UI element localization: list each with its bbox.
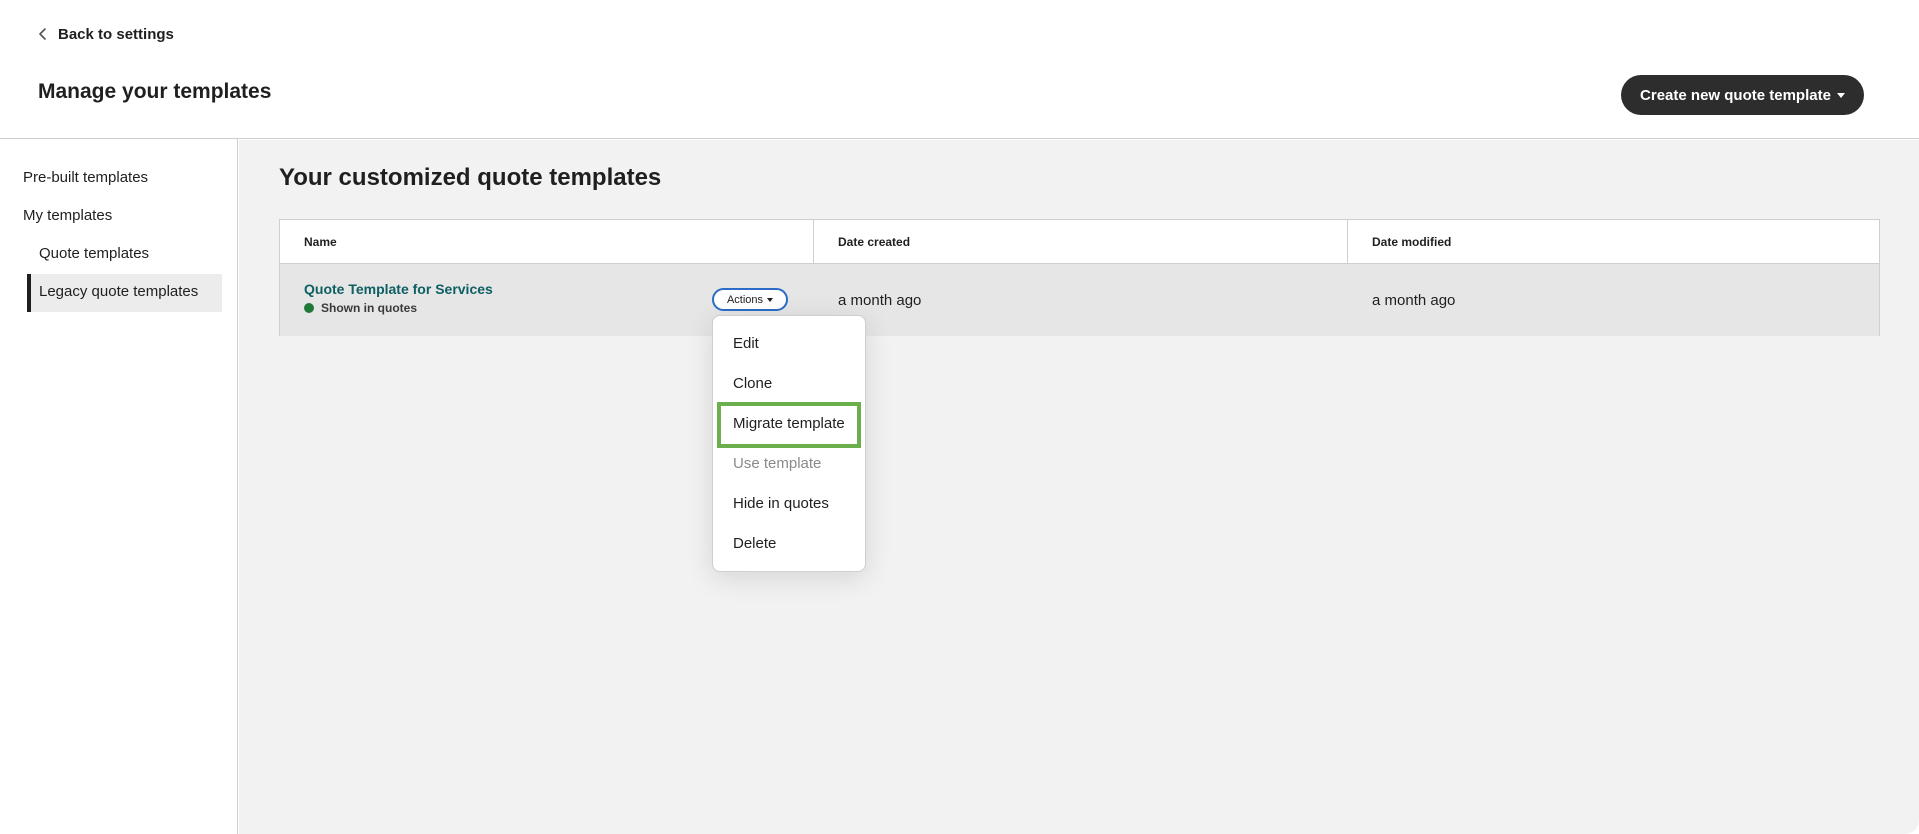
create-new-quote-template-button[interactable]: Create new quote template	[1621, 75, 1864, 115]
date-modified-cell: a month ago	[1372, 291, 1456, 309]
sidebar-item-pre-built-templates[interactable]: Pre-built templates	[23, 169, 148, 186]
back-link-label: Back to settings	[58, 25, 174, 43]
actions-button[interactable]: Actions	[712, 288, 788, 311]
menu-item-hide-in-quotes[interactable]: Hide in quotes	[733, 483, 829, 523]
chevron-left-icon	[38, 27, 48, 41]
menu-item-migrate-template[interactable]: Migrate template	[733, 403, 845, 443]
sidebar-item-quote-templates[interactable]: Quote templates	[39, 245, 149, 262]
main-content: Your customized quote templates Name Dat…	[239, 140, 1919, 834]
menu-item-delete[interactable]: Delete	[733, 523, 776, 563]
app-window: Back to settings Manage your templates C…	[0, 0, 1919, 834]
template-status: Shown in quotes	[304, 301, 417, 315]
table-header: Name Date created Date modified	[280, 220, 1879, 264]
create-button-label: Create new quote template	[1640, 86, 1831, 104]
menu-item-clone[interactable]: Clone	[733, 363, 772, 403]
column-header-name[interactable]: Name	[280, 220, 813, 264]
sidebar-item-legacy-quote-templates[interactable]: Legacy quote templates	[39, 283, 198, 300]
caret-down-icon	[767, 297, 774, 302]
status-dot-icon	[304, 303, 314, 313]
menu-item-edit[interactable]: Edit	[733, 323, 759, 363]
template-name-link[interactable]: Quote Template for Services	[304, 281, 493, 297]
page-title: Manage your templates	[38, 80, 272, 103]
menu-item-use-template: Use template	[733, 454, 822, 472]
status-label: Shown in quotes	[321, 301, 417, 315]
section-title: Your customized quote templates	[279, 164, 662, 191]
actions-button-label: Actions	[726, 293, 764, 306]
sidebar-item-my-templates[interactable]: My templates	[23, 207, 112, 224]
back-to-settings-link[interactable]: Back to settings	[38, 22, 174, 46]
sidebar-nav: Pre-built templates My templates Quote t…	[0, 139, 238, 834]
column-header-date-created[interactable]: Date created	[814, 220, 1347, 264]
column-header-date-modified[interactable]: Date modified	[1348, 220, 1881, 264]
caret-down-icon	[1836, 92, 1845, 98]
actions-dropdown-menu: Edit Clone Migrate template Use template…	[712, 315, 866, 572]
templates-table: Name Date created Date modified Quote Te…	[279, 219, 1880, 336]
table-row: Quote Template for Services Shown in quo…	[280, 264, 1879, 336]
page-header: Back to settings Manage your templates C…	[0, 0, 1919, 139]
